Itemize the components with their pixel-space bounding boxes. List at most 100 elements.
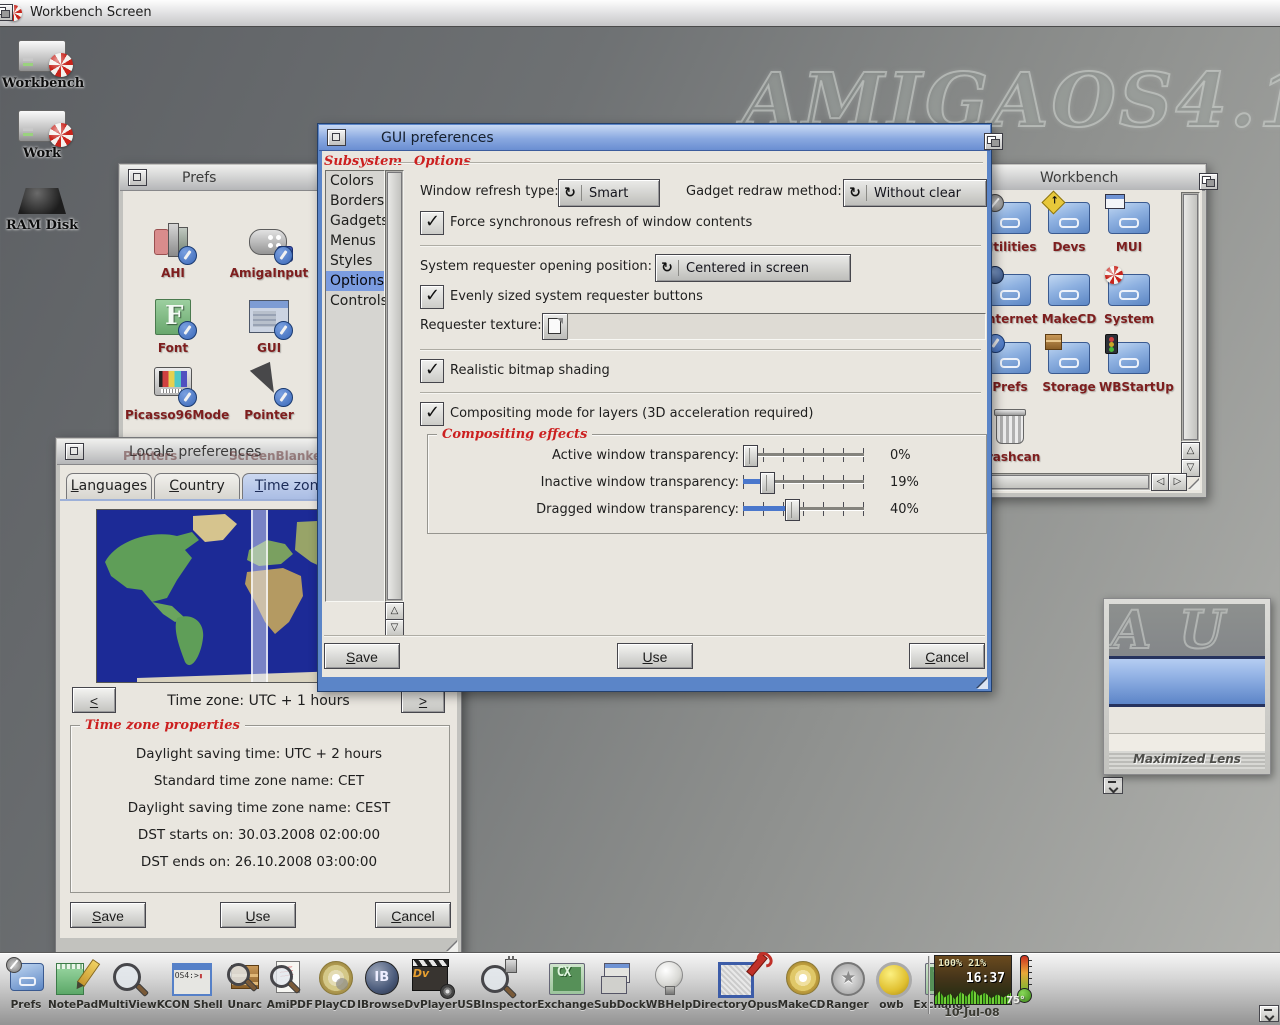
dock-item-multiview[interactable]: MultiView — [98, 957, 157, 1021]
thermometer-icon[interactable]: 75° — [1012, 955, 1036, 1005]
cancel-button[interactable]: Cancel — [375, 902, 451, 928]
resize-icon[interactable] — [977, 678, 988, 689]
subsystem-item-options[interactable]: Options — [326, 271, 384, 291]
subsystem-item-styles[interactable]: Styles — [326, 251, 384, 271]
dock-item-playcd[interactable]: PlayCD — [313, 957, 357, 1021]
drawer-icon-makecd[interactable]: MakeCD — [1039, 274, 1099, 326]
dock-item-directoryopus[interactable]: DirectoryOpus — [692, 957, 777, 1021]
subsystem-item-gadgets[interactable]: Gadgets — [326, 211, 384, 231]
cancel-button[interactable]: Cancel — [909, 643, 985, 669]
storage-badge-icon — [1045, 334, 1062, 350]
tab-country[interactable]: Country — [154, 473, 240, 500]
dock-item-usbinspector[interactable]: USBInspector — [457, 957, 537, 1021]
drawer-icon-storage[interactable]: Storage — [1039, 342, 1099, 394]
amidock: Prefs NotePad MultiView OS4:> KCON Shell… — [0, 952, 1280, 1025]
dock-item-unarc[interactable]: Unarc — [223, 957, 267, 1021]
window-title: GUI preferences — [381, 130, 494, 146]
dock-item-subdock[interactable]: SubDock — [594, 957, 646, 1021]
drawer-icon-devs[interactable]: Devs — [1039, 202, 1099, 254]
screen-menubar[interactable]: Workbench Screen — [0, 0, 1280, 27]
depth-icon[interactable] — [984, 133, 1003, 150]
desktop-icon-ram-disk[interactable]: RAM Disk — [2, 184, 82, 233]
window-title: Prefs — [182, 170, 216, 186]
dock-item-wbhelp[interactable]: WBHelp — [646, 957, 693, 1021]
gadget-redraw-cycle[interactable]: Without clear — [843, 179, 987, 207]
close-icon[interactable] — [327, 129, 346, 146]
dock-item-exchange[interactable]: CX Exchange — [537, 957, 594, 1021]
subsystem-item-borders[interactable]: Borders — [326, 191, 384, 211]
prefs-icon-gui[interactable]: GUI — [221, 296, 317, 355]
tab-languages[interactable]: Languages — [66, 473, 152, 500]
evenly-sized-checkbox[interactable] — [420, 285, 444, 309]
close-icon[interactable] — [128, 169, 147, 186]
resize-icon[interactable] — [447, 941, 458, 952]
prefs-tool-badge-icon — [274, 246, 293, 265]
compositing-mode-checkbox[interactable] — [420, 402, 444, 426]
dock-item-prefs[interactable]: Prefs — [4, 957, 48, 1021]
disk-drive-icon — [18, 110, 66, 142]
gui-preferences-titlebar[interactable]: GUI preferences — [319, 125, 990, 151]
prefs-icon-ahi[interactable]: AHI — [125, 221, 221, 280]
realistic-shading-checkbox[interactable] — [420, 359, 444, 383]
prefs-icon-picasso96mode[interactable]: Picasso96Mode — [125, 363, 221, 422]
dragged-transparency-slider[interactable] — [743, 498, 864, 520]
prefs-icon-font[interactable]: Font — [125, 296, 221, 355]
prefs-tool-badge-icon — [178, 321, 197, 340]
slider-handle[interactable] — [785, 499, 800, 521]
drawer-icon-system[interactable]: System — [1099, 274, 1159, 326]
use-button[interactable]: Use — [617, 643, 693, 669]
desktop-icon-label: RAM Disk — [2, 218, 82, 233]
dock-item-makecd[interactable]: MakeCD — [778, 957, 826, 1021]
inactive-transparency-slider[interactable] — [743, 471, 864, 493]
resize-icon[interactable] — [1189, 479, 1200, 490]
desktop-icon-work[interactable]: Work — [2, 110, 82, 161]
subsystem-item-colors[interactable]: Colors — [326, 171, 384, 191]
save-button[interactable]: Save — [324, 643, 400, 669]
boing-ball-badge-icon — [1105, 266, 1123, 284]
active-transparency-slider[interactable] — [743, 444, 864, 466]
cpu-histogram — [935, 988, 1011, 1004]
save-button[interactable]: Save — [70, 902, 146, 928]
maximized-lens-window[interactable]: AU Maximized Lens — [1103, 598, 1271, 775]
desktop-icon-label: Workbench — [2, 76, 82, 91]
dock-collapse-icon[interactable] — [1259, 1005, 1279, 1022]
dock-item-owb[interactable]: owb — [869, 957, 913, 1021]
dock-item-kcon-shell[interactable]: OS4:> KCON Shell — [157, 957, 223, 1021]
close-icon[interactable] — [65, 443, 84, 460]
use-button[interactable]: Use — [220, 902, 296, 928]
screen-depth-icon[interactable] — [0, 4, 13, 21]
depth-icon[interactable] — [1199, 173, 1218, 190]
compositing-effects-label: Compositing effects — [437, 427, 592, 442]
dock-item-ranger[interactable]: ★ Ranger — [825, 957, 869, 1021]
subsystem-item-menus[interactable]: Menus — [326, 231, 384, 251]
dst-line: Daylight saving time: UTC + 2 hours — [70, 746, 448, 762]
mui-badge-icon — [1105, 194, 1125, 209]
desktop-icon-label: Work — [2, 146, 82, 161]
vertical-scrollbar[interactable] — [1181, 192, 1200, 442]
drawer-icon-wbstartup[interactable]: WBStartUp — [1099, 342, 1159, 394]
lens-collapse-icon[interactable] — [1103, 777, 1123, 794]
slider-handle[interactable] — [760, 472, 775, 494]
cpu-meter[interactable]: 100% 21% 16:37 — [934, 955, 1012, 1005]
slider-handle[interactable] — [743, 445, 758, 467]
file-picker-icon[interactable] — [542, 313, 568, 340]
prefs-icon-pointer[interactable]: Pointer — [221, 363, 317, 422]
scroll-up-icon[interactable]: △ — [1181, 442, 1200, 460]
dock-item-amipdf[interactable]: AmiPDF — [267, 957, 313, 1021]
requester-position-cycle[interactable]: Centered in screen — [655, 254, 851, 282]
subsystem-scrollbar[interactable] — [385, 170, 404, 602]
requester-texture-label: Requester texture: — [420, 318, 542, 333]
dock-item-ibrowse[interactable]: IB IBrowse — [357, 957, 404, 1021]
force-sync-checkbox[interactable] — [420, 211, 444, 235]
desktop-icon-workbench[interactable]: Workbench — [2, 40, 82, 91]
dock-item-dvplayer[interactable]: Dv DvPlayer — [404, 957, 457, 1021]
subsystem-item-controls[interactable]: Controls — [326, 291, 384, 311]
scroll-up-icon[interactable]: △ — [385, 602, 404, 620]
dock-item-notepad[interactable]: NotePad — [48, 957, 98, 1021]
yellow-ball-icon — [876, 962, 912, 998]
prefs-icon-amigainput[interactable]: AmigaInput — [221, 221, 317, 280]
drawer-icon-mui[interactable]: MUI — [1099, 202, 1159, 254]
requester-texture-field[interactable] — [567, 313, 986, 340]
scroll-right-icon[interactable]: ▷ — [1168, 473, 1187, 491]
window-refresh-cycle[interactable]: Smart — [558, 179, 660, 207]
